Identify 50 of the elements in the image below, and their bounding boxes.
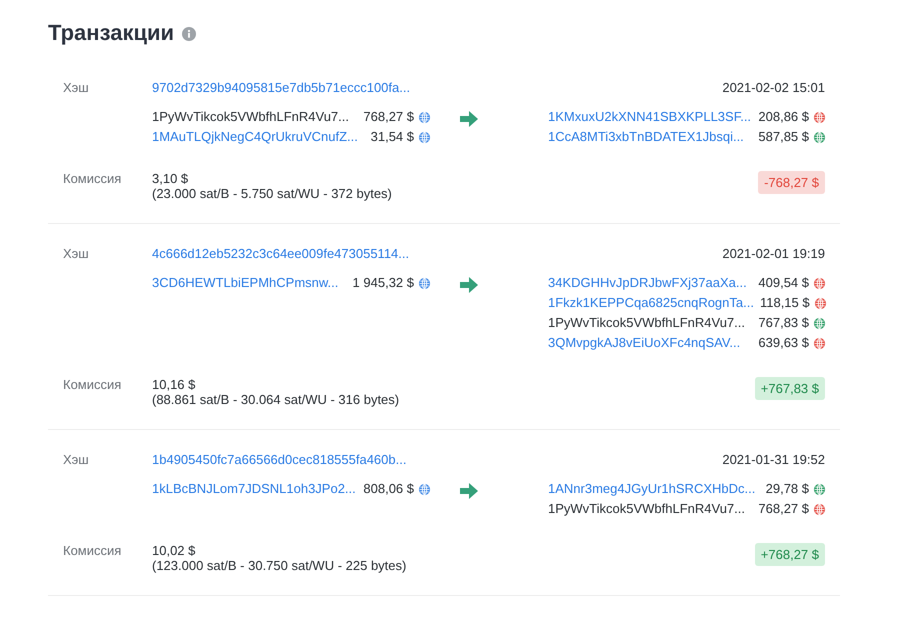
hash-link[interactable]: 4c666d12eb5232c3c64ee009fe473055114...	[152, 244, 410, 264]
amount-text: 768,27 $	[363, 108, 414, 126]
address-link[interactable]: 3QMvpgkAJ8vEiUoXFc4nqSAV...	[548, 333, 752, 353]
hash-link[interactable]: 1b4905450fc7a66566d0cec818555fa460b...	[152, 450, 406, 470]
address-link[interactable]: 3CD6HEWTLbiEPMhCPmsnw...	[152, 273, 347, 293]
address-text: 1PyWvTikcok5VWbfhLFnR4Vu7...	[152, 108, 350, 126]
hash-label: Хэш	[63, 451, 90, 469]
timestamp: 2021-02-01 19:19	[722, 245, 825, 263]
amount-text: 639,63 $	[758, 334, 809, 352]
amount-text: 587,85 $	[758, 128, 809, 146]
amount-text: 31,54 $	[370, 128, 414, 146]
address-link[interactable]: 1ANnr3meg4JGyUr1hSRCXHbDc...	[548, 479, 760, 499]
arrow-icon	[460, 277, 478, 293]
fee-details: (88.861 sat/B - 30.064 sat/WU - 316 bytes)	[152, 392, 400, 407]
amount-text: 208,86 $	[758, 108, 809, 126]
fee-details: (123.000 sat/B - 30.750 sat/WU - 225 bytes)	[152, 558, 406, 573]
amount-text: 808,06 $	[363, 480, 414, 498]
amount-text: 768,27 $	[758, 500, 809, 518]
address-text: 1PyWvTikcok5VWbfhLFnR4Vu7...	[548, 314, 746, 332]
address-link[interactable]: 1KMxuxU2kXNN41SBXKPLL3SF...	[548, 107, 752, 127]
hash-label: Хэш	[63, 79, 90, 97]
page-title: Транзакции	[48, 19, 174, 47]
address-link[interactable]: 1MAuTLQjkNegC4QrUkruVCnufZ...	[152, 127, 365, 147]
info-icon	[182, 26, 196, 40]
balance-badge: +767,83 $	[754, 377, 825, 400]
arrow-icon	[460, 111, 478, 127]
fee-amount: 10,02 $	[152, 543, 196, 558]
balance-badge: -768,27 $	[758, 171, 825, 194]
timestamp: 2021-01-31 19:52	[722, 451, 825, 469]
amount-text: 767,83 $	[758, 314, 809, 332]
hash-link[interactable]: 9702d7329b94095815e7db5b71eccc100fa...	[152, 78, 410, 98]
fee-details: (23.000 sat/B - 5.750 sat/WU - 372 bytes)	[152, 186, 392, 201]
address-link[interactable]: 34KDGHHvJpDRJbwFXj37aaXa...	[548, 273, 752, 293]
address-link[interactable]: 1CcA8MTi3xbTnBDATEX1Jbsqi...	[548, 127, 752, 147]
address-text: 1PyWvTikcok5VWbfhLFnR4Vu7...	[548, 500, 746, 518]
fee-amount: 3,10 $	[152, 171, 188, 186]
fee-label: Комиссия	[63, 171, 122, 188]
fee-label: Комиссия	[63, 543, 122, 560]
amount-text: 29,78 $	[766, 480, 809, 498]
amount-text: 118,15 $	[760, 294, 810, 312]
arrow-icon	[460, 483, 478, 499]
fee-amount: 10,16 $	[152, 377, 196, 392]
address-link[interactable]: 1kLBcBNJLom7JDSNL1oh3JPo2...	[152, 479, 358, 499]
amount-text: 1 945,32 $	[352, 274, 414, 292]
balance-badge: +768,27 $	[754, 543, 825, 566]
hash-label: Хэш	[63, 245, 90, 263]
address-link[interactable]: 1Fkzk1KEPPCqa6825cnqRognTa...	[548, 293, 754, 313]
timestamp: 2021-02-02 15:01	[722, 79, 825, 97]
amount-text: 409,54 $	[758, 274, 809, 292]
fee-label: Комиссия	[63, 377, 122, 394]
